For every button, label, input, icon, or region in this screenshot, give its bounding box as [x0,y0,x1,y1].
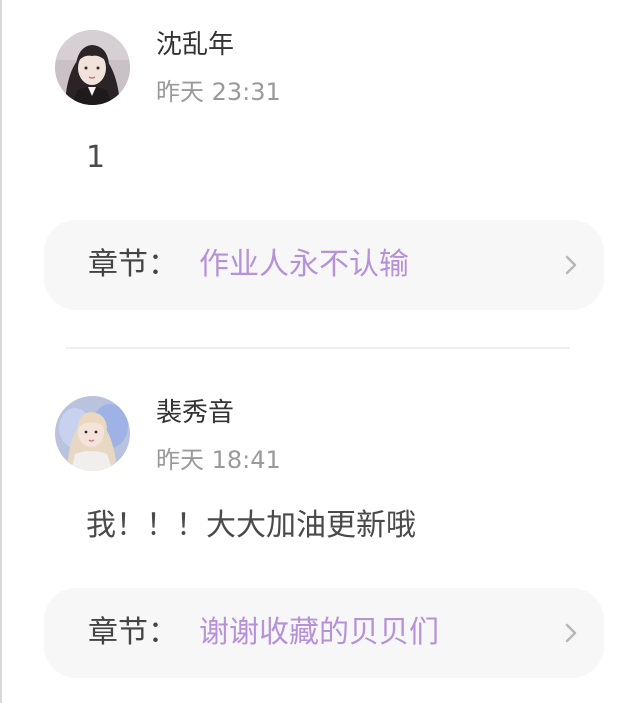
comment-divider [66,347,570,349]
avatar-image [55,396,130,471]
chapter-link[interactable]: 章节： 谢谢收藏的贝贝们 [44,588,604,678]
username[interactable]: 裴秀音 [156,398,234,428]
chapter-label: 章节： [88,615,178,650]
chevron-right-icon [565,255,577,275]
left-edge-divider [0,0,2,703]
comment-text: 1 [86,140,106,175]
avatar-image [55,30,130,105]
comment-time: 昨天 23:31 [156,78,281,106]
chapter-title: 谢谢收藏的贝贝们 [199,615,439,650]
chapter-link[interactable]: 章节： 作业人永不认输 [44,220,604,310]
comment-time: 昨天 18:41 [156,446,281,474]
username[interactable]: 沈乱年 [156,30,234,60]
avatar[interactable] [55,396,130,471]
chevron-right-icon [565,623,577,643]
chapter-label: 章节： [88,247,178,282]
avatar[interactable] [55,30,130,105]
comment-text: 我！！！大大加油更新哦 [86,508,416,543]
chapter-title: 作业人永不认输 [199,247,409,282]
